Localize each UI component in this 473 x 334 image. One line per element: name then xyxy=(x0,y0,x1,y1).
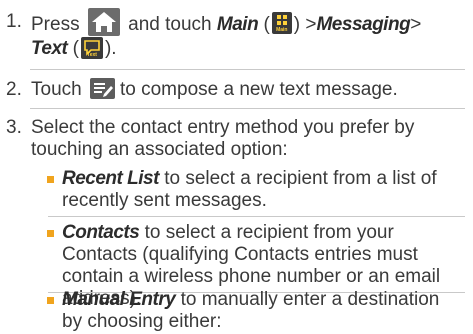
step-text: Touch xyxy=(31,79,82,100)
step-1-text: Press and touch Main (Main) >Messaging> xyxy=(31,8,459,39)
step-number: 1. xyxy=(6,11,22,32)
home-key-icon xyxy=(87,8,120,36)
step-3-text: Select the contact entry method you pref… xyxy=(31,117,459,161)
menu-path-messaging: Messaging xyxy=(316,14,411,36)
step-text: and touch xyxy=(128,14,212,36)
step-text: > xyxy=(410,14,422,36)
menu-path-text: Text xyxy=(31,38,68,60)
step-text: ). xyxy=(104,38,117,60)
menu-path-main: Main xyxy=(216,14,259,36)
option-term: Contacts xyxy=(62,222,140,243)
main-icon-caption: Main xyxy=(276,27,288,33)
bullet-icon xyxy=(47,176,54,183)
step-text: touching an associated option: xyxy=(31,139,288,160)
bullet-icon xyxy=(47,230,54,237)
option-term: Recent List xyxy=(62,168,159,189)
text-message-icon: Text xyxy=(80,37,103,59)
step-text: Press xyxy=(31,14,80,36)
option-term: Manual Entry xyxy=(62,289,176,310)
step-number: 2. xyxy=(6,79,22,100)
step-text: ( xyxy=(263,14,270,36)
compose-icon xyxy=(89,78,115,100)
divider xyxy=(48,216,465,217)
divider xyxy=(30,69,465,70)
option-recent-list: Recent List to select a recipient from a… xyxy=(47,168,462,212)
step-text: Select the contact entry method you pref… xyxy=(31,117,415,138)
step-text: to compose a new text message. xyxy=(119,79,398,100)
divider xyxy=(30,108,465,109)
option-manual-entry: Manual Entry to manually enter a destina… xyxy=(47,289,462,333)
main-menu-icon: Main xyxy=(271,12,292,34)
text-icon-caption: Text xyxy=(87,52,97,58)
step-text: ( xyxy=(72,38,79,60)
step-number: 3. xyxy=(6,117,22,138)
step-text: ) > xyxy=(293,14,317,36)
bullet-icon xyxy=(47,297,54,304)
step-2-text: Touch to compose a new text message. xyxy=(31,78,459,101)
